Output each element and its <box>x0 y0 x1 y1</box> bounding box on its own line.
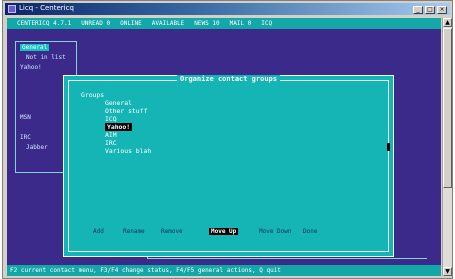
maximize-button[interactable]: □ <box>425 6 435 14</box>
menu-item[interactable]: MAIL 0 <box>230 20 252 27</box>
menu-item[interactable]: ICQ <box>261 20 272 27</box>
tree-item-label: Yahoo! <box>20 64 42 71</box>
dialog-title: Organize contact groups <box>69 75 388 83</box>
menu-item[interactable]: AVAILABLE <box>152 20 185 27</box>
status-text: F2 current contact menu, F3/F4 change st… <box>10 267 281 274</box>
groups-list[interactable]: Groups General Other stuff ICQ Yahoo! AIM IRC V… <box>79 89 319 209</box>
group-item[interactable]: ICQ <box>105 115 117 123</box>
title-bar[interactable]: Licq - Centericq _ □ × <box>5 3 450 15</box>
window-title: Licq - Centericq <box>19 4 74 12</box>
group-item[interactable]: Various blah <box>105 147 151 155</box>
tree-item[interactable]: Yahoo! <box>20 64 42 71</box>
group-item-label: AIM <box>105 131 117 139</box>
move-down-button[interactable]: Move Down <box>259 228 292 235</box>
group-item-label: Other stuff <box>105 107 148 115</box>
terminal-window: Licq - Centericq _ □ × CENTERICQ 4.7.1 UN… <box>2 0 453 279</box>
group-item[interactable]: Yahoo! <box>105 123 133 131</box>
group-item-label: General <box>105 99 132 107</box>
group-item-label: IRC <box>105 139 117 147</box>
app-icon <box>8 5 16 13</box>
tree-item-label: Not in list <box>26 54 66 61</box>
tree-item-label: Jabber <box>26 144 48 151</box>
tree-item-label: General <box>20 44 50 51</box>
remove-button[interactable]: Remove <box>161 228 183 235</box>
tree-item-label: IRC <box>20 134 31 141</box>
terminal-screen[interactable]: CENTERICQ 4.7.1 UNREAD 0 ONLINE AVAILABLE NE… <box>7 18 441 276</box>
minimize-button[interactable]: _ <box>413 6 423 14</box>
close-button[interactable]: × <box>437 6 447 14</box>
move-up-button[interactable]: Move Up <box>209 228 239 235</box>
group-item[interactable]: IRC <box>105 139 117 147</box>
group-item-label: Various blah <box>105 147 152 155</box>
menu-item[interactable]: CENTERICQ 4.7.1 <box>17 20 71 27</box>
group-item-label: Yahoo! <box>105 123 133 131</box>
groups-root[interactable]: Groups <box>81 91 104 99</box>
tree-item[interactable]: Not in list <box>26 54 66 61</box>
vertical-scrollbar[interactable]: ▲ ▼ <box>442 18 452 276</box>
add-button[interactable]: Add <box>93 228 104 235</box>
scroll-thumb[interactable] <box>443 28 452 188</box>
panel-divider-horizontal <box>147 258 427 259</box>
tree-item[interactable]: MSN <box>20 114 31 121</box>
group-item[interactable]: General <box>105 99 132 107</box>
dialog-frame: Organize contact groups Groups General Oth… <box>68 75 390 252</box>
group-item[interactable]: AIM <box>105 131 117 139</box>
scroll-down-button[interactable]: ▼ <box>443 267 452 276</box>
menu-item[interactable]: NEWS 10 <box>194 20 219 27</box>
tree-item-label: MSN <box>20 114 31 121</box>
status-bar: F2 current contact menu, F3/F4 change st… <box>7 265 441 276</box>
dialog-button-row: Add Rename Remove Move Up Move Down Done <box>69 228 388 238</box>
rename-button[interactable]: Rename <box>123 228 145 235</box>
scroll-up-button[interactable]: ▲ <box>443 18 452 27</box>
list-scroll-marker <box>387 143 390 151</box>
tree-item[interactable]: General <box>20 44 50 51</box>
tree-item[interactable]: Jabber <box>26 144 48 151</box>
tree-item[interactable]: IRC <box>20 134 31 141</box>
menu-item[interactable]: ONLINE <box>120 20 142 27</box>
group-item-label: ICQ <box>105 115 117 123</box>
done-button[interactable]: Done <box>303 228 317 235</box>
menu-item[interactable]: UNREAD 0 <box>81 20 110 27</box>
group-item[interactable]: Other stuff <box>105 107 147 115</box>
top-menu-bar: CENTERICQ 4.7.1 UNREAD 0 ONLINE AVAILABLE NE… <box>7 18 441 29</box>
organize-groups-dialog: Organize contact groups Groups General Oth… <box>63 75 394 257</box>
